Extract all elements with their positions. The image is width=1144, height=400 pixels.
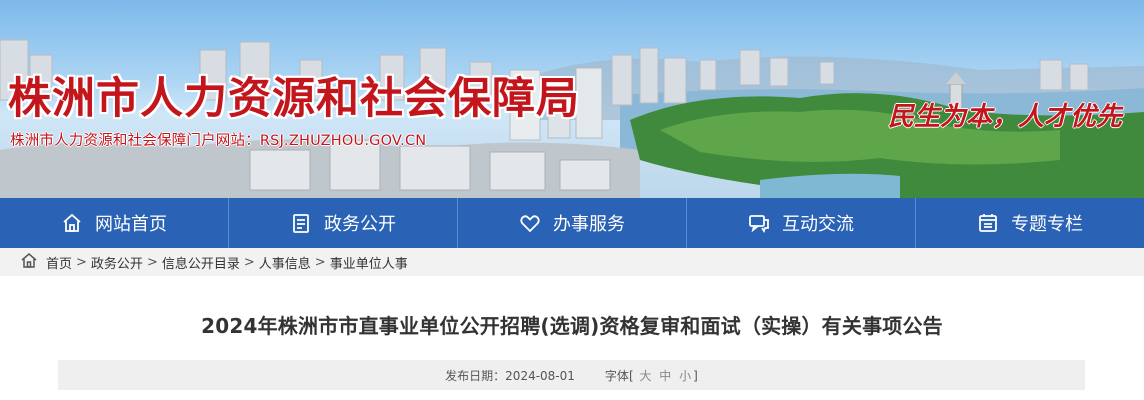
site-banner: 株洲市人力资源和社会保障局 株洲市人力资源和社会保障门户网站：RSJ.ZHUZH… (0, 0, 1144, 198)
font-size-bracket-close: ] (693, 368, 698, 383)
site-subtitle: 株洲市人力资源和社会保障门户网站：RSJ.ZHUZHOU.GOV.CN (10, 133, 427, 149)
nav-item-home[interactable]: 网站首页 (0, 198, 229, 248)
article-title: 2024年株洲市市直事业单位公开招聘(选调)资格复审和面试（实操）有关事项公告 (201, 314, 943, 338)
heart-icon (519, 212, 541, 234)
font-size-large-button[interactable]: 大 (637, 369, 653, 383)
font-size-medium-button[interactable]: 中 (657, 369, 673, 383)
breadcrumb-separator: > (314, 254, 326, 270)
nav-item-government-affairs[interactable]: 政务公开 (229, 198, 458, 248)
font-size-small-button[interactable]: 小 (677, 369, 693, 383)
nav-item-label: 专题专栏 (1011, 214, 1083, 235)
breadcrumb: 首页 > 政务公开 > 信息公开目录 > 人事信息 > 事业单位人事 (0, 248, 1144, 276)
publish-date: 发布日期：2024-08-01 (445, 367, 575, 384)
breadcrumb-separator: > (146, 254, 158, 270)
breadcrumb-info-catalog[interactable]: 信息公开目录 (162, 253, 240, 272)
nav-item-interaction[interactable]: 互动交流 (687, 198, 916, 248)
breadcrumb-personnel-info[interactable]: 人事信息 (259, 253, 311, 272)
site-title: 株洲市人力资源和社会保障局 (8, 74, 580, 124)
nav-item-label: 网站首页 (95, 214, 167, 235)
publish-date-label: 发布日期： (445, 368, 506, 383)
location-home-icon (20, 252, 38, 272)
nav-item-label: 政务公开 (324, 214, 396, 235)
chat-icon (748, 212, 770, 234)
article-meta-bar: 发布日期：2024-08-01 字体[ 大 中 小] (58, 360, 1085, 390)
topic-icon (977, 212, 999, 234)
font-size-bracket-open: [ (628, 368, 634, 383)
breadcrumb-government-affairs[interactable]: 政务公开 (91, 253, 143, 272)
nav-item-topics[interactable]: 专题专栏 (916, 198, 1144, 248)
font-size-label: 字体 (604, 368, 629, 383)
font-size-selector: 字体[ 大 中 小] (605, 367, 698, 384)
main-nav: 网站首页 政务公开 办事服务 互动交流 专题专栏 (0, 198, 1144, 248)
nav-item-label: 办事服务 (553, 214, 625, 235)
breadcrumb-home[interactable]: 首页 (46, 253, 72, 272)
breadcrumb-separator: > (76, 254, 87, 270)
breadcrumb-institution-personnel[interactable]: 事业单位人事 (330, 253, 408, 272)
home-icon (61, 212, 83, 234)
article-area: 2024年株洲市市直事业单位公开招聘(选调)资格复审和面试（实操）有关事项公告 … (0, 276, 1144, 400)
nav-item-label: 互动交流 (782, 214, 854, 235)
site-slogan: 民生为本，人才优先 (888, 102, 1123, 132)
nav-item-services[interactable]: 办事服务 (458, 198, 687, 248)
breadcrumb-separator: > (243, 254, 255, 270)
document-icon (290, 212, 312, 234)
publish-date-value: 2024-08-01 (505, 368, 575, 383)
